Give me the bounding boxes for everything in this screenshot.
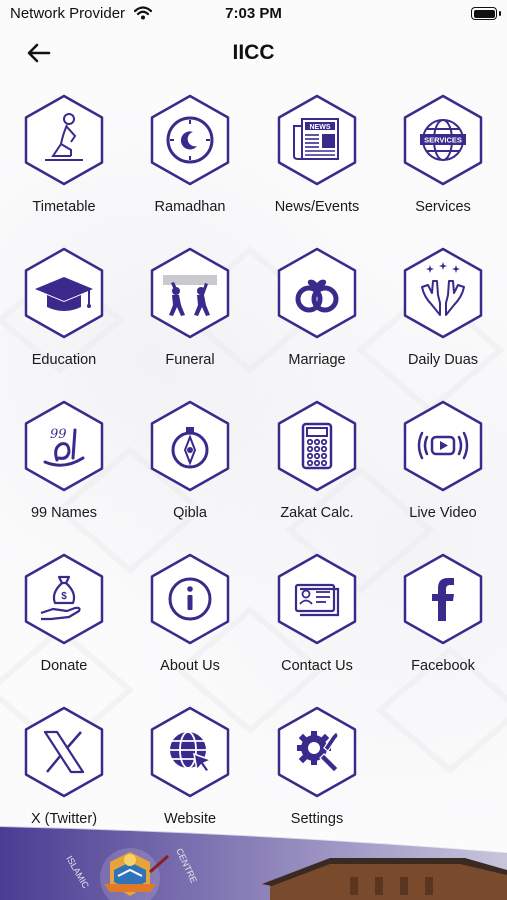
menu-item-label: Facebook [411,658,475,674]
globe-services-icon: SERVICES [403,94,483,186]
menu-item-label: Contact Us [281,658,353,674]
navigation-bar: IICC [0,30,507,76]
menu-item-label: News/Events [274,199,360,215]
footer-banner: ISLAMIC CENTRE [0,825,507,900]
app-screen: Network Provider 7:03 PM IICC Timetable … [0,0,507,900]
facebook-icon [403,553,483,645]
gear-tools-icon [277,706,357,798]
web-cursor-icon [150,706,230,798]
calligraphy-icon: 99 [24,400,104,492]
coffin-bearers-icon [150,247,230,339]
menu-item-live-video[interactable]: Live Video [380,400,506,540]
rings-icon [277,247,357,339]
clock-label: 7:03 PM [225,5,282,22]
menu-item-label: Services [415,199,471,215]
info-icon [150,553,230,645]
page-title: IICC [232,41,275,64]
status-bar: Network Provider 7:03 PM [0,0,507,30]
praying-hands-icon [403,247,483,339]
menu-item-99-names[interactable]: 99 99 Names [1,400,127,540]
live-play-icon [403,400,483,492]
menu-item-label: Live Video [409,505,477,521]
x-logo-icon [24,706,104,798]
menu-item-news-events[interactable]: NEWS News/Events [254,94,380,234]
menu-item-zakat-calc[interactable]: Zakat Calc. [254,400,380,540]
svg-text:NEWS: NEWS [310,124,331,131]
praying-person-icon [24,94,104,186]
graduation-cap-icon [24,247,104,339]
menu-item-funeral[interactable]: Funeral [127,247,253,387]
menu-item-label: Marriage [288,352,346,368]
battery-icon [471,7,497,20]
menu-item-label: Timetable [32,199,96,215]
menu-item-label: Funeral [165,352,215,368]
menu-item-qibla[interactable]: Qibla [127,400,253,540]
menu-item-daily-duas[interactable]: Daily Duas [380,247,506,387]
money-bag-hand-icon: $ [24,553,104,645]
menu-item-label: Zakat Calc. [280,505,354,521]
menu-item-label: Ramadhan [154,199,226,215]
menu-item-marriage[interactable]: Marriage [254,247,380,387]
battery-cap [499,11,501,16]
menu-item-label: 99 Names [30,505,98,521]
menu-item-label: Qibla [173,505,207,521]
menu-item-donate[interactable]: $ Donate [1,553,127,693]
menu-item-label: Daily Duas [407,352,479,368]
newspaper-icon: NEWS [277,94,357,186]
menu-item-label: About Us [160,658,220,674]
menu-item-education[interactable]: Education [1,247,127,387]
calculator-icon [277,400,357,492]
menu-item-ramadhan[interactable]: Ramadhan [127,94,253,234]
menu-item-facebook[interactable]: Facebook [380,553,506,693]
menu-item-label: Donate [40,658,88,674]
compass-icon [150,400,230,492]
svg-text:99: 99 [50,427,67,442]
menu-item-services[interactable]: SERVICES Services [380,94,506,234]
svg-text:SERVICES: SERVICES [424,136,462,145]
crescent-clock-icon [150,94,230,186]
menu-item-about-us[interactable]: About Us [127,553,253,693]
contact-card-icon [277,553,357,645]
menu-item-timetable[interactable]: Timetable [1,94,127,234]
menu-item-label: Education [31,352,97,368]
svg-text:$: $ [61,591,67,602]
menu-item-contact-us[interactable]: Contact Us [254,553,380,693]
